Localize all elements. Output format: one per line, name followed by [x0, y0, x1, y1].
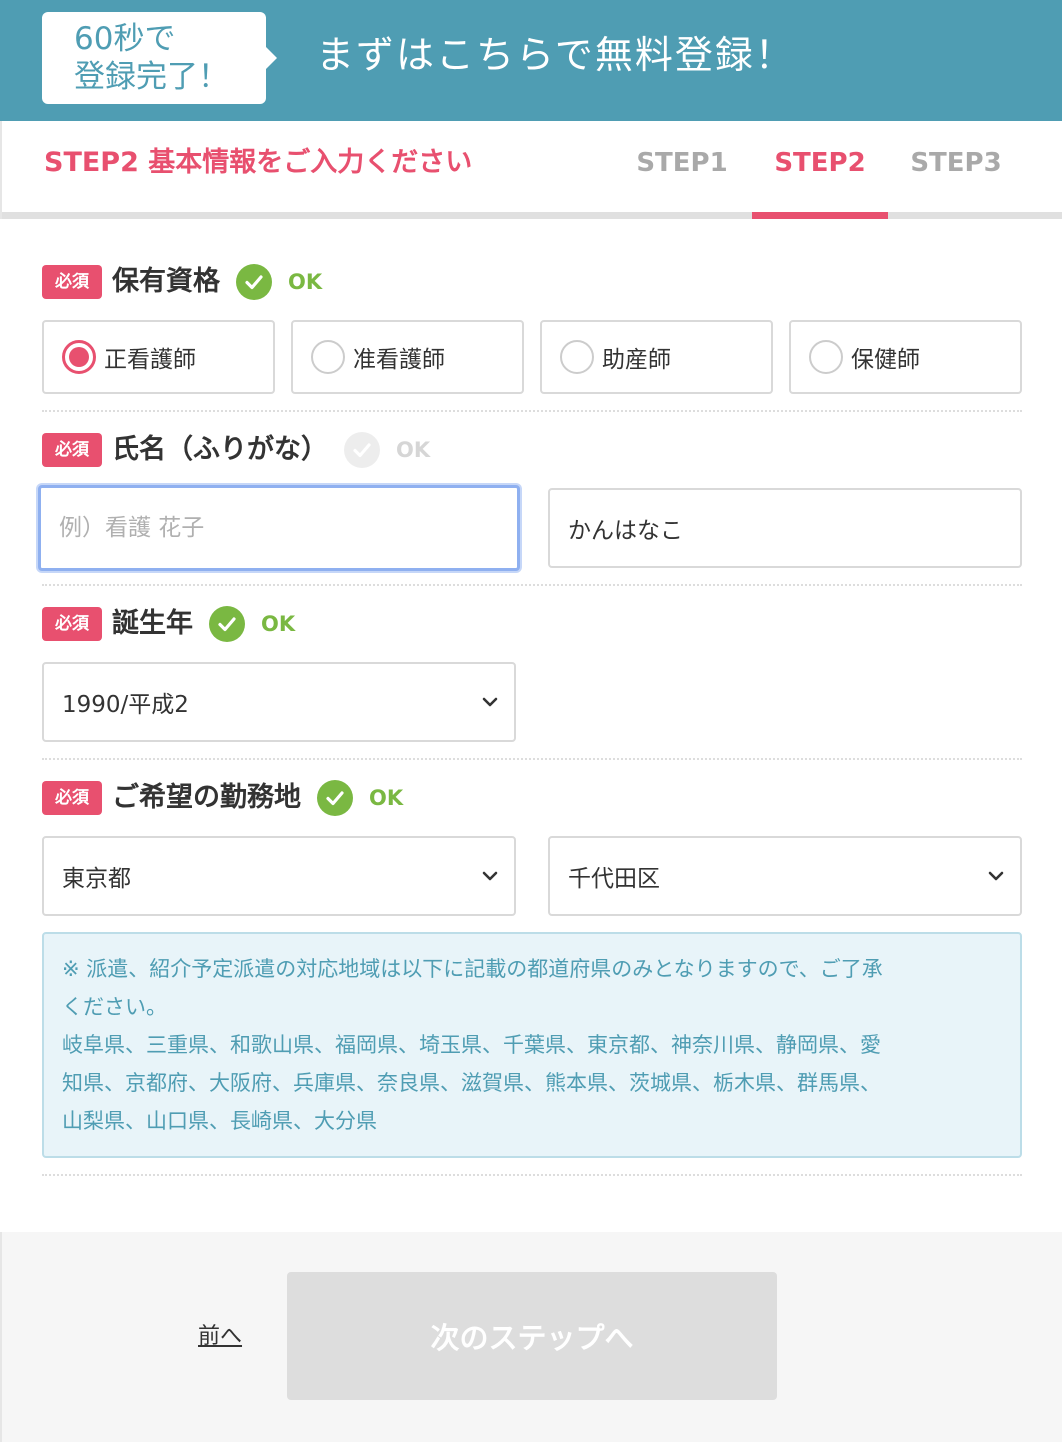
name-ok-text: OK: [396, 438, 431, 462]
section-divider: [42, 758, 1022, 760]
step-tab-2: STEP2: [774, 148, 866, 178]
badge-line-2: 登録完了！: [74, 59, 229, 95]
birth-year-label: 誕生年: [112, 608, 193, 639]
step-bar-rule: [2, 212, 1062, 219]
radio-unchecked-icon[interactable]: [560, 340, 594, 374]
qualification-ok-text: OK: [288, 270, 323, 294]
radio-option-josanshi[interactable]: 助産師: [540, 320, 773, 394]
radio-option-hokenshi[interactable]: 保健師: [789, 320, 1022, 394]
check-icon: [209, 606, 245, 642]
required-badge: 必須: [42, 607, 102, 641]
notice-line: 知県、京都府、大阪府、兵庫県、奈良県、滋賀県、熊本県、茨城県、栃木県、群馬県、: [62, 1071, 881, 1095]
radio-label: 助産師: [602, 347, 671, 373]
birth-year-label-row: 必須 誕生年 OK: [42, 604, 295, 644]
name-input[interactable]: [38, 485, 520, 571]
city-select[interactable]: 千代田区: [548, 836, 1022, 916]
section-divider: [42, 410, 1022, 412]
section-divider: [42, 1174, 1022, 1176]
sixty-second-badge: 60秒で 登録完了！: [42, 12, 277, 104]
chevron-down-icon: [482, 697, 498, 707]
work-location-label-row: 必須 ご希望の勤務地 OK: [42, 778, 403, 818]
header-title: まずはこちらで無料登録！: [316, 33, 795, 77]
city-value: 千代田区: [568, 866, 660, 892]
birth-year-ok-text: OK: [261, 612, 296, 636]
work-location-ok-text: OK: [369, 786, 404, 810]
chevron-down-icon: [482, 871, 498, 881]
step-tab-1: STEP1: [636, 148, 728, 178]
check-icon: [344, 432, 380, 468]
qualification-label: 保有資格: [112, 266, 220, 297]
radio-label: 准看護師: [353, 347, 445, 373]
birth-year-value: 1990/平成2: [62, 692, 189, 718]
prefecture-select[interactable]: 東京都: [42, 836, 516, 916]
prefecture-value: 東京都: [62, 866, 131, 892]
step-heading: STEP2 基本情報をご入力ください: [44, 147, 473, 178]
work-location-label: ご希望の勤務地: [112, 782, 301, 813]
qualification-label-row: 必須 保有資格 OK: [42, 262, 322, 302]
radio-checked-icon[interactable]: [62, 340, 96, 374]
required-badge: 必須: [42, 781, 102, 815]
radio-option-junkangoshi[interactable]: 准看護師: [291, 320, 524, 394]
radio-unchecked-icon[interactable]: [311, 340, 345, 374]
radio-label: 保健師: [851, 347, 920, 373]
check-icon: [317, 780, 353, 816]
step-tab-3: STEP3: [910, 148, 1002, 178]
back-link[interactable]: 前へ: [198, 1318, 242, 1350]
radio-option-seikangoshi[interactable]: 正看護師: [42, 320, 275, 394]
dispatch-area-notice: ※ 派遣、紹介予定派遣の対応地域は以下に記載の都道府県のみとなりますので、ご了承…: [42, 932, 1022, 1158]
badge-line-1: 60秒で: [74, 21, 176, 57]
notice-line: ※ 派遣、紹介予定派遣の対応地域は以下に記載の都道府県のみとなりますので、ご了承: [62, 957, 883, 981]
required-badge: 必須: [42, 433, 102, 467]
registration-header: 60秒で 登録完了！ まずはこちらで無料登録！: [0, 0, 1062, 121]
step-progress-bar: STEP2 基本情報をご入力ください STEP1 STEP2 STEP3: [0, 121, 1062, 219]
notice-line: 山梨県、山口県、長崎県、大分県: [62, 1109, 377, 1133]
next-step-button[interactable]: 次のステップへ: [287, 1272, 777, 1400]
name-label-row: 必須 氏名（ふりがな） OK: [42, 430, 430, 470]
radio-unchecked-icon[interactable]: [809, 340, 843, 374]
birth-year-select[interactable]: 1990/平成2: [42, 662, 516, 742]
chevron-down-icon: [988, 871, 1004, 881]
name-label: 氏名（ふりがな）: [112, 434, 328, 465]
furigana-input[interactable]: [548, 488, 1022, 568]
notice-line: ください。: [62, 995, 167, 1019]
check-icon: [236, 264, 272, 300]
active-step-underline: [752, 212, 888, 219]
notice-line: 岐阜県、三重県、和歌山県、福岡県、埼玉県、千葉県、東京都、神奈川県、静岡県、愛: [62, 1033, 881, 1057]
radio-label: 正看護師: [104, 347, 196, 373]
section-divider: [42, 584, 1022, 586]
required-badge: 必須: [42, 265, 102, 299]
